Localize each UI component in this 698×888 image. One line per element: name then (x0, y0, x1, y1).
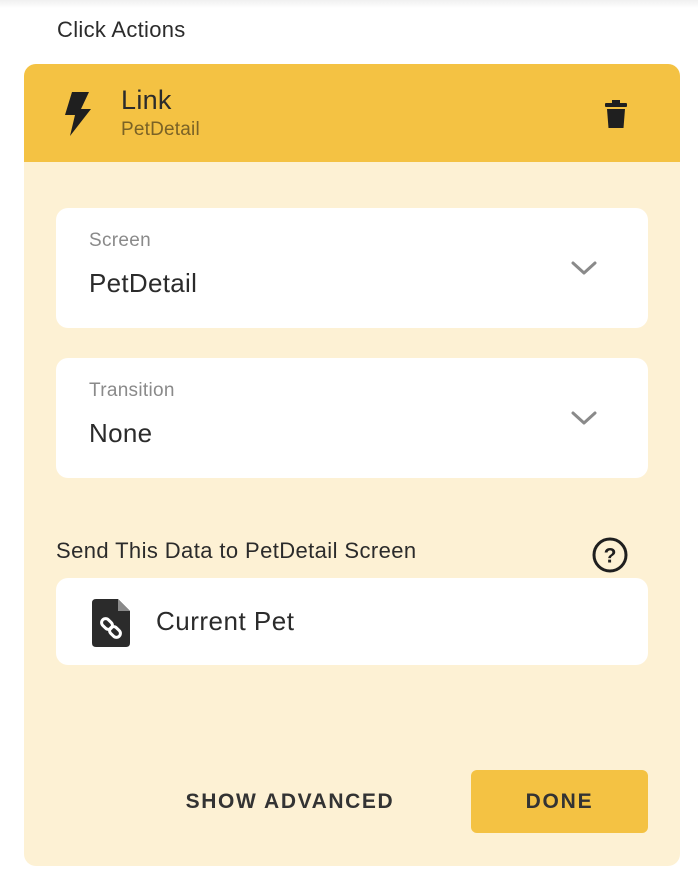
data-item-current-pet[interactable]: Current Pet (56, 578, 648, 665)
data-item-label: Current Pet (156, 606, 295, 636)
show-advanced-button[interactable]: SHOW ADVANCED (154, 770, 426, 834)
action-title: Link (121, 85, 172, 115)
chevron-down-icon (571, 261, 597, 275)
action-subtitle: PetDetail (121, 119, 200, 140)
file-link-icon (92, 599, 130, 647)
send-data-label: Send This Data to PetDetail Screen (56, 538, 417, 563)
transition-label: Transition (89, 380, 175, 401)
top-shadow (0, 0, 698, 8)
delete-button[interactable] (601, 96, 631, 132)
section-title: Click Actions (57, 17, 186, 42)
action-card: Link PetDetail Screen PetDetail Transiti… (24, 64, 680, 866)
transition-select[interactable]: Transition None (56, 358, 648, 478)
screen-select[interactable]: Screen PetDetail (56, 208, 648, 328)
trash-icon (605, 100, 627, 128)
help-icon[interactable]: ? (592, 537, 628, 573)
chevron-down-icon (571, 411, 597, 425)
screen-value: PetDetail (89, 268, 198, 298)
action-header[interactable]: Link PetDetail (24, 64, 680, 162)
done-button[interactable]: DONE (471, 770, 648, 833)
svg-text:?: ? (604, 545, 617, 568)
transition-value: None (89, 418, 153, 448)
bolt-icon (65, 92, 91, 136)
screen-label: Screen (89, 230, 152, 251)
